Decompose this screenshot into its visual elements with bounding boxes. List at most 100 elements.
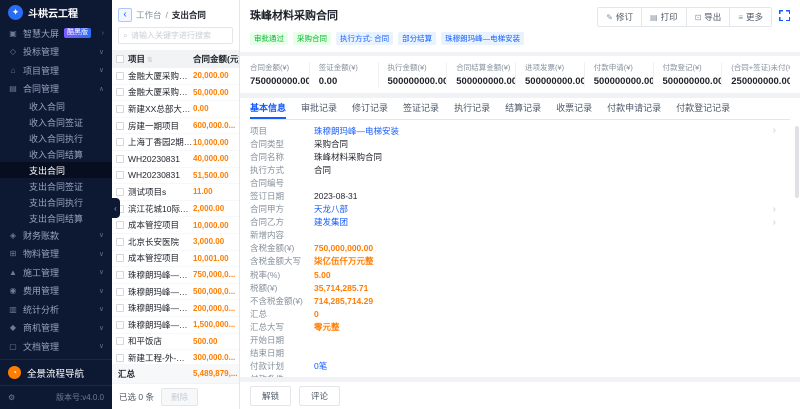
row-checkbox[interactable] bbox=[116, 105, 124, 113]
row-checkbox[interactable] bbox=[116, 321, 124, 329]
app-logo: ✦ 斗栱云工程 bbox=[0, 0, 112, 24]
chevron-right-icon[interactable]: › bbox=[773, 204, 790, 215]
stat-input-invoice: 进项发票(¥)500000000.00 bbox=[515, 62, 584, 87]
party-b-link[interactable]: 建发集团 bbox=[314, 216, 348, 228]
row-checkbox[interactable] bbox=[116, 238, 124, 246]
tab-invoice-records[interactable]: 收票记录 bbox=[556, 98, 592, 119]
project-row[interactable]: 珠穆朗玛峰—电梯...200,000,0... bbox=[112, 300, 239, 317]
execution-mode-badge: 执行方式: 合同 bbox=[336, 32, 393, 45]
sidebar-item-finance[interactable]: ◈ 财务账款 ∨ bbox=[0, 226, 112, 245]
fullscreen-button[interactable] bbox=[779, 8, 790, 26]
row-checkbox[interactable] bbox=[116, 171, 124, 179]
tab-approval-records[interactable]: 审批记录 bbox=[301, 98, 337, 119]
tab-revision-records[interactable]: 修订记录 bbox=[352, 98, 388, 119]
select-all-checkbox[interactable] bbox=[116, 55, 124, 63]
sidebar-item-expense-settle[interactable]: 支出合同结算 bbox=[0, 210, 112, 226]
sidebar-item-bidding[interactable]: ◇ 投标管理 ∨ bbox=[0, 43, 112, 62]
chevron-down-icon: ∨ bbox=[99, 231, 104, 239]
sidebar-item-construction[interactable]: ▲ 施工管理 ∨ bbox=[0, 263, 112, 282]
sidebar-item-documents[interactable]: ▢ 文档管理 ∨ bbox=[0, 337, 112, 356]
more-button[interactable]: ≡更多 bbox=[729, 8, 771, 26]
scrollbar[interactable] bbox=[795, 126, 799, 198]
party-a-link[interactable]: 天龙八部 bbox=[314, 203, 348, 215]
sidebar-item-expense-mgmt[interactable]: ◉ 费用管理 ∨ bbox=[0, 282, 112, 301]
project-row[interactable]: 珠穆朗玛峰—电梯...500,000,0... bbox=[112, 284, 239, 301]
project-row[interactable]: 成本管控项目10,000.00 bbox=[112, 217, 239, 234]
project-row[interactable]: 上海丁香园2期改造...10,000.00 bbox=[112, 134, 239, 151]
sidebar-item-opportunity[interactable]: ◆ 商机管理 ∨ bbox=[0, 319, 112, 338]
row-checkbox[interactable] bbox=[116, 288, 124, 296]
project-row[interactable]: 滨江花城10际项目-...2,000.00 bbox=[112, 201, 239, 218]
row-checkbox[interactable] bbox=[116, 88, 124, 96]
sidebar-item-label: 物料管理 bbox=[23, 247, 59, 260]
project-row[interactable]: WH2023083151,500.00 bbox=[112, 168, 239, 185]
row-checkbox[interactable] bbox=[116, 221, 124, 229]
row-checkbox[interactable] bbox=[116, 271, 124, 279]
tab-payment-register-records[interactable]: 付款登记记录 bbox=[676, 98, 730, 119]
sidebar-item-expense-exec[interactable]: 支出合同执行 bbox=[0, 194, 112, 210]
project-link[interactable]: 珠穆朗玛峰—电梯安装 bbox=[314, 125, 399, 137]
row-checkbox[interactable] bbox=[116, 354, 124, 362]
project-row[interactable]: 金融大厦采购项目50,000.00 bbox=[112, 85, 239, 102]
row-checkbox[interactable] bbox=[116, 304, 124, 312]
sidebar-item-expense-contract[interactable]: 支出合同 bbox=[0, 162, 112, 178]
flow-navigation-button[interactable]: ◔ 全景流程导航 bbox=[0, 359, 112, 385]
sidebar-item-statistics[interactable]: ▥ 统计分析 ∨ bbox=[0, 300, 112, 319]
project-row[interactable]: 珠穆朗玛峰—电梯...750,000,0... bbox=[112, 267, 239, 284]
sidebar-collapse-handle[interactable]: ‹ bbox=[111, 198, 120, 218]
sidebar-item-contract[interactable]: ▤ 合同管理 ∧ bbox=[0, 80, 112, 99]
sidebar-item-expense-visa[interactable]: 支出合同签证 bbox=[0, 178, 112, 194]
sidebar-item-income-exec[interactable]: 收入合同执行 bbox=[0, 130, 112, 146]
project-row[interactable]: 北京长安医院3,000.00 bbox=[112, 234, 239, 251]
breadcrumb-root[interactable]: 工作台 bbox=[136, 9, 162, 21]
sidebar-item-material[interactable]: ⊞ 物料管理 ∨ bbox=[0, 245, 112, 264]
row-checkbox[interactable] bbox=[116, 72, 124, 80]
breadcrumb-separator: / bbox=[166, 10, 168, 20]
tab-settlement-records[interactable]: 结算记录 bbox=[505, 98, 541, 119]
flow-navigation-label: 全景流程导航 bbox=[27, 366, 84, 380]
payment-plan-link[interactable]: 0笔 bbox=[314, 360, 327, 372]
chevron-right-icon[interactable]: › bbox=[773, 125, 790, 136]
comment-button[interactable]: 评论 bbox=[299, 386, 340, 406]
revise-button[interactable]: ✎修订 bbox=[598, 8, 641, 26]
tab-basic-info[interactable]: 基本信息 bbox=[250, 98, 286, 119]
project-row[interactable]: 新建工程-外-测试300,000.0... bbox=[112, 350, 239, 364]
sidebar-footer: ⚙ 版本号:v4.0.0 bbox=[0, 385, 112, 409]
row-checkbox[interactable] bbox=[116, 254, 124, 262]
project-row[interactable]: 测试项目s11.00 bbox=[112, 184, 239, 201]
row-checkbox[interactable] bbox=[116, 122, 124, 130]
tab-exec-records[interactable]: 执行记录 bbox=[454, 98, 490, 119]
project-row[interactable]: 珠穆朗玛峰—电梯...1,500,000... bbox=[112, 317, 239, 334]
project-row[interactable]: 金融大厦采购项目20,000.00 bbox=[112, 68, 239, 85]
tab-visa-records[interactable]: 签证记录 bbox=[403, 98, 439, 119]
project-row[interactable]: WH2023083140,000.00 bbox=[112, 151, 239, 168]
row-checkbox[interactable] bbox=[116, 188, 124, 196]
row-checkbox[interactable] bbox=[116, 138, 124, 146]
print-button[interactable]: ▤打印 bbox=[641, 8, 686, 26]
chevron-right-icon[interactable]: › bbox=[773, 217, 790, 228]
sidebar-item-project[interactable]: ⌂ 项目管理 ∨ bbox=[0, 61, 112, 80]
back-button[interactable]: ‹ bbox=[118, 8, 132, 22]
briefcase-icon: ◆ bbox=[8, 323, 18, 332]
unlock-button[interactable]: 解锁 bbox=[250, 386, 291, 406]
row-checkbox[interactable] bbox=[116, 155, 124, 163]
project-row[interactable]: 房建一期项目600,000.0... bbox=[112, 118, 239, 135]
sidebar-item-income-visa[interactable]: 收入合同签证 bbox=[0, 114, 112, 130]
field-contract-type: 合同类型采购合同 bbox=[250, 137, 790, 150]
sidebar-item-income-contract[interactable]: 收入合同 bbox=[0, 98, 112, 114]
project-row[interactable]: 新建XX总部大厦工...0.00 bbox=[112, 101, 239, 118]
delete-button[interactable]: 删除 bbox=[161, 388, 198, 406]
status-badge-approved: 审批通过 bbox=[250, 32, 288, 45]
compass-icon: ◔ bbox=[8, 366, 21, 379]
breadcrumb-current: 支出合同 bbox=[172, 9, 206, 21]
search-input[interactable] bbox=[131, 31, 228, 40]
project-row[interactable]: 成本管控项目10,001.00 bbox=[112, 251, 239, 268]
sort-icon[interactable]: ⇅ bbox=[147, 57, 153, 64]
project-row[interactable]: 和平饭店500.00 bbox=[112, 334, 239, 351]
sidebar-item-income-settle[interactable]: 收入合同结算 bbox=[0, 146, 112, 162]
export-button[interactable]: ⊡导出 bbox=[686, 8, 730, 26]
sidebar-item-smart-screen[interactable]: ▣ 智慧大屏 酷黑版 › bbox=[0, 24, 112, 43]
tab-payment-request-records[interactable]: 付款申请记录 bbox=[607, 98, 661, 119]
row-checkbox[interactable] bbox=[116, 337, 124, 345]
gear-icon[interactable]: ⚙ bbox=[8, 393, 15, 402]
